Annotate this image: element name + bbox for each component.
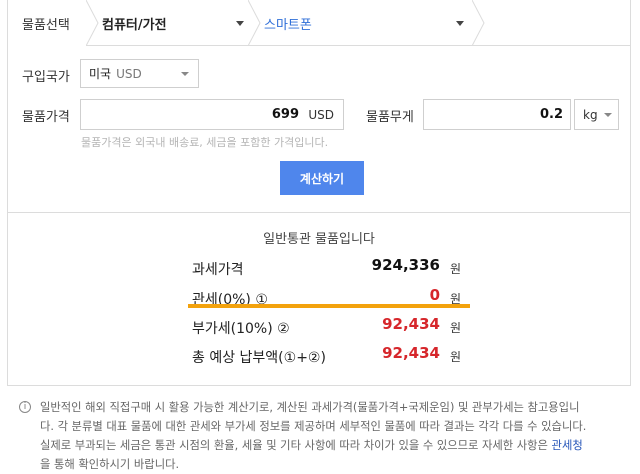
calculator-panel: 물품선택 컴퓨터/가전 스마트폰 구입국가 미국 USD 물품가격 699 US… bbox=[7, 0, 631, 386]
country-select-currency: USD bbox=[116, 66, 142, 81]
total-payment-unit: 원 bbox=[450, 350, 462, 364]
price-input-value: 699 bbox=[271, 107, 299, 122]
weight-label: 물품무게 bbox=[366, 110, 414, 125]
section-divider bbox=[8, 212, 630, 213]
customs-duty-value: 0 bbox=[429, 286, 440, 304]
vat-value: 92,434 bbox=[382, 315, 440, 333]
price-unit: USD bbox=[308, 108, 334, 122]
country-select-value: 미국 bbox=[89, 67, 112, 81]
weight-unit-value: kg bbox=[583, 107, 598, 122]
taxable-price-label: 과세가격 bbox=[192, 262, 244, 278]
vat-label: 부가세(10%) ② bbox=[192, 321, 290, 337]
weight-input-value: 0.2 bbox=[539, 107, 563, 122]
total-payment-label: 총 예상 납부액(①+②) bbox=[192, 350, 326, 366]
taxable-price-unit: 원 bbox=[450, 262, 462, 276]
chevron-down-icon[interactable] bbox=[456, 21, 464, 26]
vat-unit: 원 bbox=[450, 321, 462, 335]
notice-line-3-text: 실제로 부과되는 세금은 통관 시점의 환율, 세율 및 기타 사항에 따라 차… bbox=[40, 439, 552, 452]
breadcrumb-third-label: 스마트폰 bbox=[264, 17, 312, 33]
chevron-down-icon[interactable] bbox=[236, 21, 244, 26]
total-payment-value: 92,434 bbox=[382, 344, 440, 362]
country-label: 구입국가 bbox=[22, 70, 70, 85]
taxable-price-value: 924,336 bbox=[371, 256, 440, 274]
breadcrumb: 물품선택 컴퓨터/가전 스마트폰 bbox=[8, 0, 630, 46]
breadcrumb-item-smartphone[interactable]: 스마트폰 bbox=[258, 0, 478, 46]
info-icon: i bbox=[19, 401, 31, 413]
weight-input[interactable]: 0.2 bbox=[423, 99, 571, 130]
notice-line-4: 을 통해 확인하시기 바랍니다. bbox=[40, 458, 180, 471]
notice-line-2: 다. 각 분류별 대표 물품에 대한 관세와 부가세 정보를 제공하며 세부적인… bbox=[40, 420, 587, 433]
breadcrumb-item-computer-electronics[interactable]: 컴퓨터/가전 bbox=[96, 0, 244, 46]
price-label: 물품가격 bbox=[22, 110, 70, 125]
highlight-underline bbox=[188, 304, 470, 308]
breadcrumb-separator bbox=[472, 0, 485, 46]
price-input[interactable]: 699 USD bbox=[80, 99, 344, 130]
notice-line-1: 일반적인 해외 직접구매 시 활용 가능한 계산기로, 계산된 과세가격(물품가… bbox=[40, 401, 580, 414]
notice-line-3: 실제로 부과되는 세금은 통관 시점의 환율, 세율 및 기타 사항에 따라 차… bbox=[40, 436, 615, 455]
breadcrumb-item-category-select[interactable]: 물품선택 bbox=[8, 0, 86, 46]
chevron-down-icon bbox=[604, 113, 612, 117]
breadcrumb-second-label: 컴퓨터/가전 bbox=[102, 17, 167, 33]
notice-text: 일반적인 해외 직접구매 시 활용 가능한 계산기로, 계산된 과세가격(물품가… bbox=[40, 398, 615, 474]
price-hint: 물품가격은 외국내 배송료, 세금을 포함한 가격입니다. bbox=[81, 136, 329, 149]
chevron-down-icon bbox=[181, 72, 189, 76]
calculate-button[interactable]: 계산하기 bbox=[280, 161, 364, 195]
result-title: 일반통관 물품입니다 bbox=[263, 232, 375, 247]
customs-service-link[interactable]: 관세청 bbox=[552, 439, 583, 452]
country-select[interactable]: 미국 USD bbox=[80, 59, 199, 88]
weight-unit-select[interactable]: kg bbox=[574, 99, 619, 130]
